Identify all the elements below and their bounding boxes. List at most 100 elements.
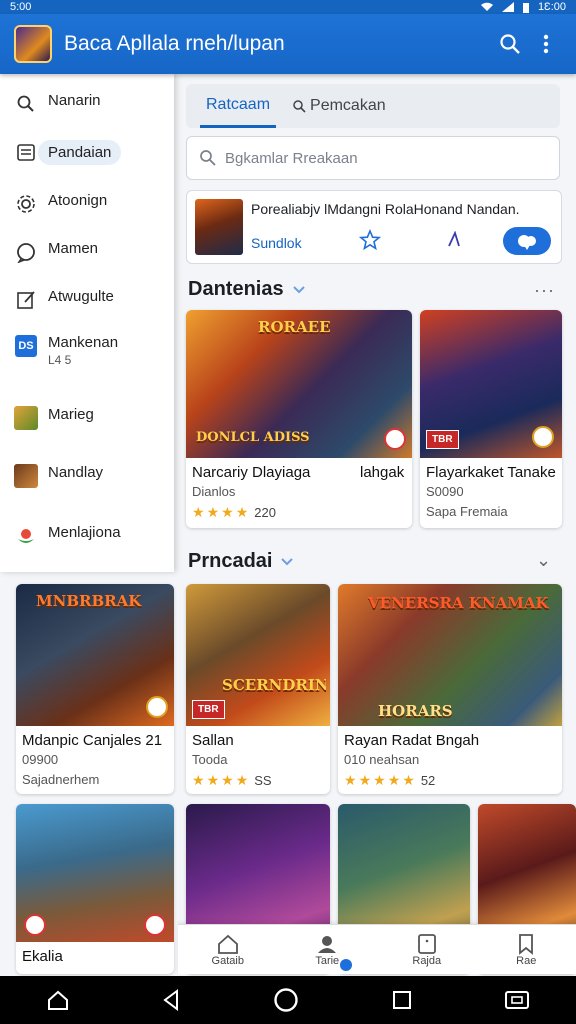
nav-item-tarie[interactable]: Tarie (278, 925, 378, 974)
game-card[interactable]: MNBRBRAK Mdanpic Canjales 21 09900 Sajad… (16, 584, 174, 794)
star-icon: ★ (206, 504, 220, 520)
chevron-down-icon (281, 557, 294, 565)
drawer-item-label: Marieg (48, 406, 94, 423)
app-bar: Baca Apllala rneh/lupan (0, 14, 576, 74)
navigation-drawer: Nanarin Pandaian Atoonign Mamen Atwugult… (0, 74, 174, 572)
drawer-item-marieg[interactable]: Marieg (0, 406, 174, 430)
promo-text: Porealiabjv lMdangni RolaHonand Nandan. (251, 201, 520, 217)
more-button[interactable]: ··· (534, 280, 555, 301)
art-tag: TBR (192, 700, 225, 719)
game-sub: Sajadnerhem (22, 772, 100, 787)
game-card[interactable]: VENERSRA KNAMAK HORARS Rayan Radat Bngah… (338, 584, 562, 794)
drawer-item-nanarin[interactable]: Nanarin (0, 92, 174, 116)
game-art: TBR (420, 310, 562, 458)
drawer-item-nandlay[interactable]: Nandlay (0, 464, 174, 488)
nav-item-gataib[interactable]: Gataib (178, 925, 278, 974)
arrow-up-icon[interactable] (447, 231, 461, 247)
game-thumb-icon (14, 406, 38, 430)
badge-icon (384, 428, 406, 450)
game-art: MNBRBRAK (16, 584, 174, 726)
drawer-item-atwugulte[interactable]: Atwugulte (0, 288, 174, 312)
search-icon (200, 150, 216, 166)
star-icon: ★ (192, 504, 205, 520)
nav-item-rae[interactable]: Rae (477, 925, 576, 974)
star-icon: ★ (221, 504, 234, 520)
nav-label: Tarie (315, 954, 340, 967)
game-thumb-icon (14, 464, 38, 488)
drawer-item-pandaian[interactable]: Pandaian (0, 140, 174, 165)
star-icon: ★ (235, 772, 249, 788)
star-icon: ★ (206, 772, 220, 788)
game-rating: ★ ★ ★ ★ SS (192, 772, 272, 789)
star-icon: ★ (221, 772, 234, 788)
home-outline-icon[interactable] (46, 989, 70, 1011)
game-name: Mdanpic Canjales 21 (22, 732, 163, 749)
drawer-item-menlajiona[interactable]: Menlajiona (0, 524, 174, 548)
game-name: Narcariy Dlayiaga (192, 464, 311, 481)
game-card[interactable]: Ekalia (16, 804, 174, 974)
badge-icon: DS (15, 335, 37, 357)
person-icon (318, 935, 337, 953)
rating-value: 220 (254, 505, 276, 520)
drawer-item-label: Nandlay (48, 464, 104, 481)
tab-label: Pemcakan (310, 97, 386, 114)
section-title-prncadai[interactable]: Prncadai (188, 550, 294, 573)
star-icon: ★ (344, 772, 357, 788)
search-placeholder: Bgkamlar Rreakaan (225, 149, 358, 167)
game-meta: Tooda (192, 752, 228, 767)
game-card[interactable]: TBR Flayarkaket Tanake S0090 Sapa Fremai… (420, 310, 562, 528)
more-vert-icon (543, 34, 549, 54)
tab-pemcakan[interactable]: Pemcakan (286, 84, 392, 128)
search-icon (17, 95, 34, 112)
back-icon[interactable] (161, 989, 181, 1011)
notification-dot (339, 959, 352, 971)
art-title: MNBRBRAK (36, 592, 142, 610)
game-rating: ★ ★ ★ ★ 220 (192, 504, 276, 521)
star-outline-icon[interactable] (359, 229, 381, 251)
section-title-dantenias[interactable]: Dantenias (188, 278, 306, 301)
chevron-down-icon (292, 285, 305, 293)
badge-icon (24, 914, 46, 936)
promo-link[interactable]: Sundlok (251, 235, 302, 251)
search-button[interactable] (492, 26, 528, 62)
art-title: SCERNDRIN (222, 676, 326, 694)
home-circle-icon[interactable] (273, 987, 299, 1013)
collapse-button[interactable]: ⌄ (536, 550, 552, 571)
nav-label: Rae (516, 954, 537, 967)
app-logo[interactable] (14, 25, 52, 63)
tab-ratcaam[interactable]: Ratcaam (200, 84, 277, 128)
cloud-toggle-button[interactable] (503, 227, 551, 255)
game-card[interactable]: RORAEE DONLCL ADISS Narcariy Dlayiaga la… (186, 310, 412, 528)
rating-value: 52 (420, 773, 436, 788)
recents-icon[interactable] (391, 989, 413, 1011)
status-clock: 1Ɛ:00 (537, 1, 566, 13)
star-icon: ★ (387, 772, 401, 788)
search-input[interactable]: Bgkamlar Rreakaan (186, 136, 560, 180)
tablet-icon (417, 933, 436, 954)
badge-icon (532, 426, 554, 448)
screenshot-icon[interactable] (504, 989, 530, 1011)
nav-item-rajda[interactable]: Rajda (377, 925, 477, 974)
game-meta: Dianlos (192, 484, 236, 499)
game-art: VENERSRA KNAMAK HORARS (338, 584, 562, 726)
drawer-item-mamen[interactable]: Mamen (0, 240, 174, 264)
game-card[interactable]: SCERNDRIN TBR Sallan Tooda ★ ★ ★ ★ SS (186, 584, 330, 794)
promo-card[interactable]: Porealiabjv lMdangni RolaHonand Nandan. … (186, 190, 562, 264)
promo-image (195, 199, 243, 255)
game-sub: Sapa Fremaia (426, 504, 508, 519)
game-meta: 09900 (22, 752, 59, 767)
game-art (16, 804, 174, 942)
section-title-text: Dantenias (188, 278, 284, 300)
cloud-icon (518, 235, 536, 250)
drawer-item-label: Mamen (48, 240, 99, 257)
nav-label: Gataib (211, 954, 244, 967)
drawer-item-label: Atoonign (48, 192, 108, 209)
signal-icon (501, 2, 514, 12)
star-icon: ★ (402, 772, 415, 788)
drawer-item-label: Menlajiona (48, 524, 121, 541)
drawer-item-mankenan[interactable]: DS Mankenan L4 5 (0, 334, 174, 367)
overflow-menu-button[interactable] (528, 26, 564, 62)
game-meta: S0090 (426, 484, 464, 499)
wifi-icon (480, 2, 493, 11)
drawer-item-atoonign[interactable]: Atoonign (0, 192, 174, 216)
